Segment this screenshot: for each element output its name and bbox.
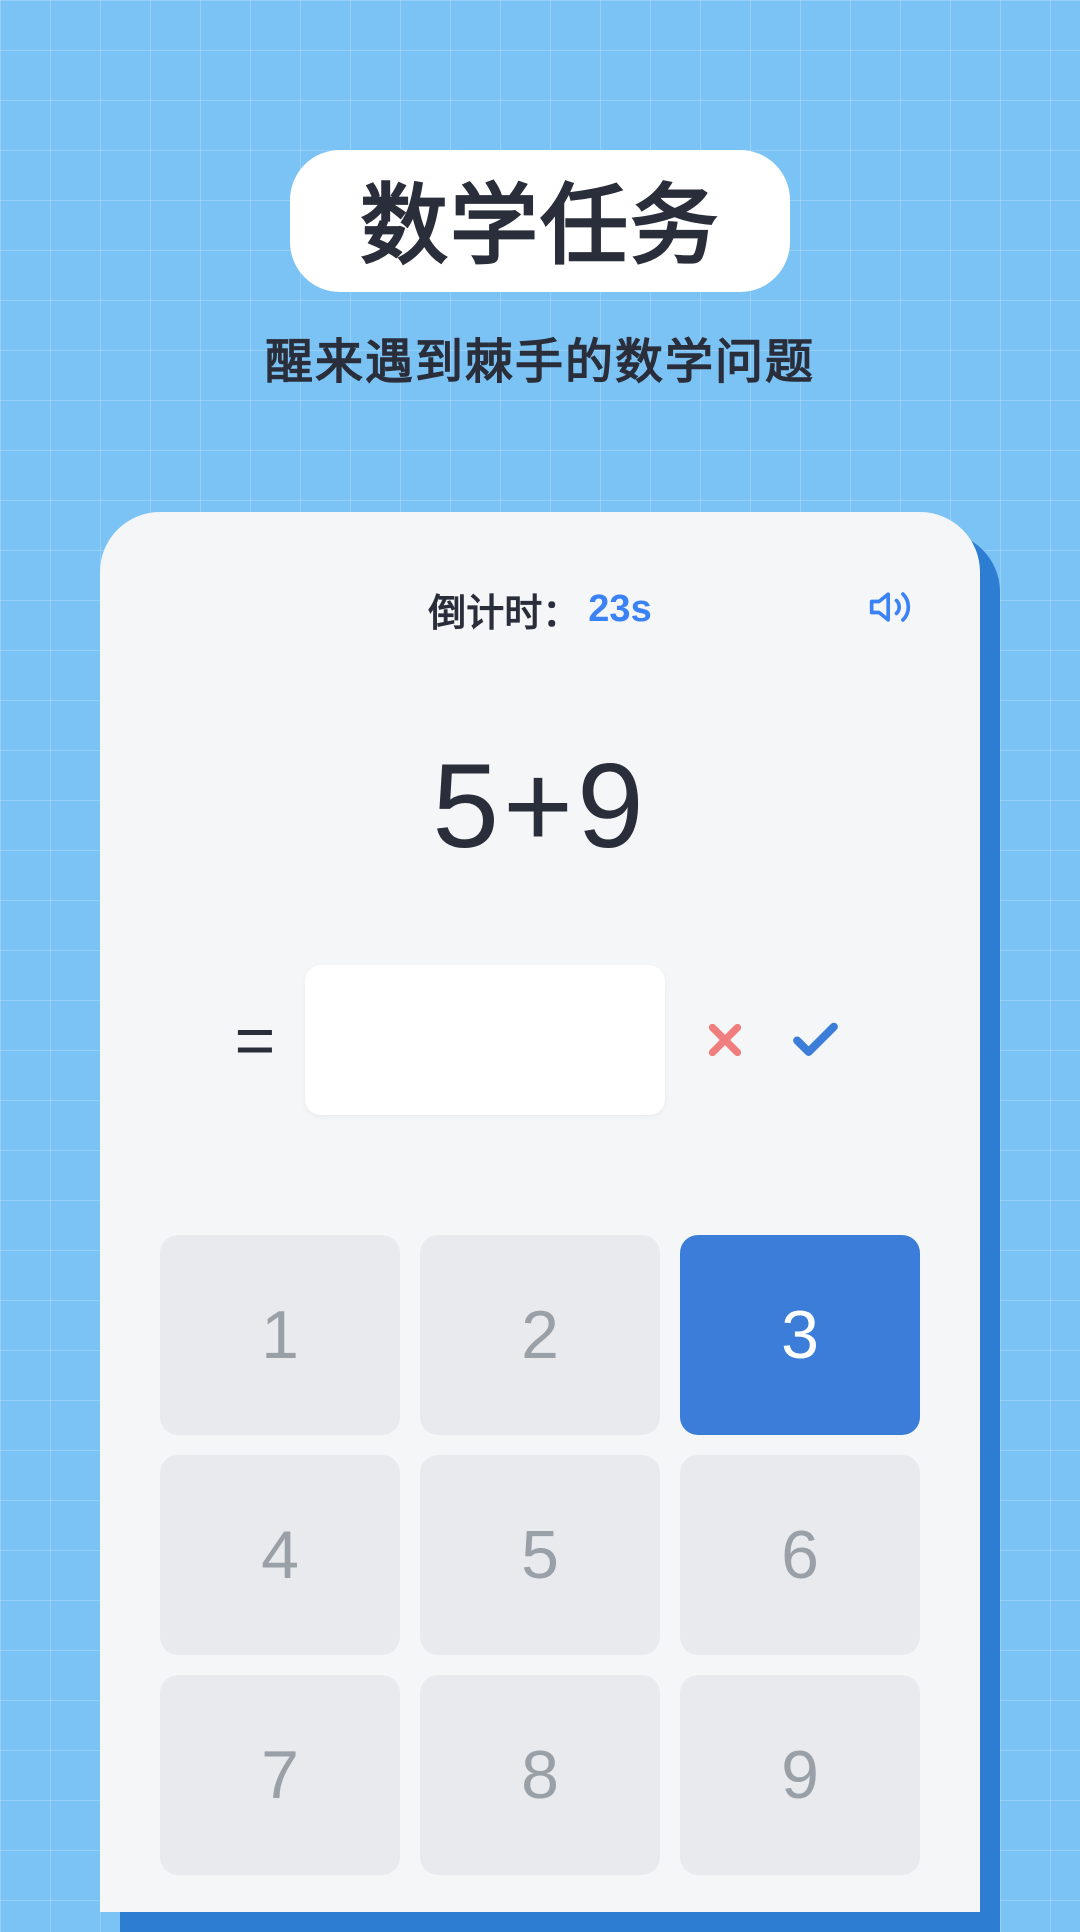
countdown-value: 23s xyxy=(588,588,651,631)
key-1[interactable]: 1 xyxy=(160,1235,400,1435)
countdown-row: 倒计时： 23s xyxy=(150,582,930,637)
key-6[interactable]: 6 xyxy=(680,1455,920,1655)
check-icon xyxy=(788,1013,843,1068)
phone-screen: 倒计时： 23s 5+9 = xyxy=(100,512,980,1912)
speaker-icon xyxy=(868,585,912,629)
countdown-label: 倒计时： xyxy=(428,582,580,637)
key-7[interactable]: 7 xyxy=(160,1675,400,1875)
page-title: 数学任务 xyxy=(360,155,720,282)
submit-button[interactable] xyxy=(785,1010,845,1070)
answer-row: = xyxy=(150,965,930,1115)
sound-button[interactable] xyxy=(865,582,915,632)
title-pill: 数学任务 xyxy=(290,150,790,292)
page-subtitle: 醒来遇到棘手的数学问题 xyxy=(265,322,815,392)
math-question: 5+9 xyxy=(150,737,930,875)
keypad: 1 2 3 4 5 6 7 8 9 xyxy=(150,1235,930,1875)
key-5[interactable]: 5 xyxy=(420,1455,660,1655)
answer-input[interactable] xyxy=(305,965,665,1115)
key-4[interactable]: 4 xyxy=(160,1455,400,1655)
key-9[interactable]: 9 xyxy=(680,1675,920,1875)
key-3[interactable]: 3 xyxy=(680,1235,920,1435)
clear-button[interactable] xyxy=(695,1010,755,1070)
header-section: 数学任务 醒来遇到棘手的数学问题 xyxy=(265,150,815,392)
x-icon xyxy=(700,1015,750,1065)
key-2[interactable]: 2 xyxy=(420,1235,660,1435)
equals-sign: = xyxy=(235,1000,276,1080)
phone-frame: 倒计时： 23s 5+9 = xyxy=(100,512,980,1912)
key-8[interactable]: 8 xyxy=(420,1675,660,1875)
